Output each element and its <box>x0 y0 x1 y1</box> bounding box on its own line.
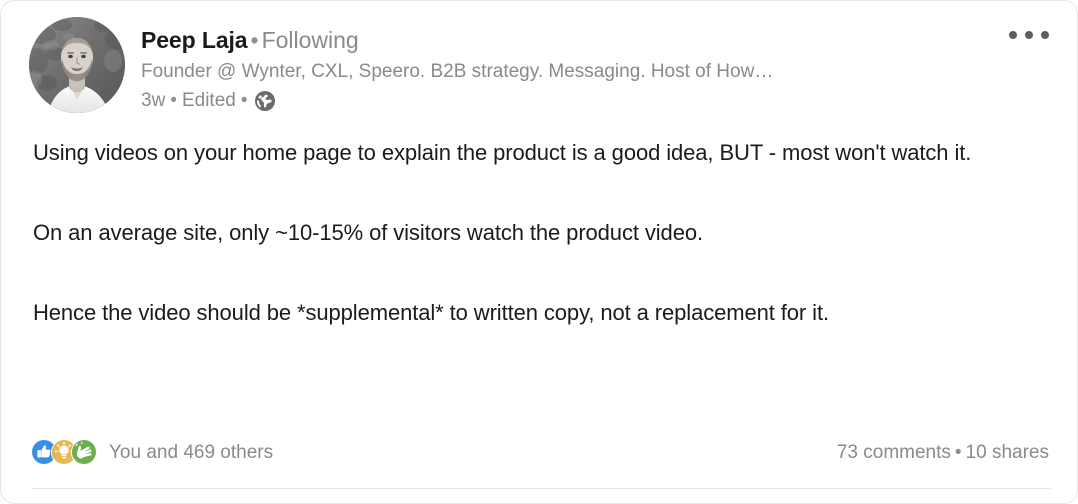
post-timestamp: 3w <box>141 90 166 111</box>
reaction-count-label: You and 469 others <box>109 441 274 463</box>
post-body-text: Using videos on your home page to explai… <box>33 140 972 325</box>
engagement-separator-dot: • <box>954 441 962 463</box>
author-identity: Peep Laja • Following Founder @ Wynter, CX… <box>141 17 1077 113</box>
post-social-proof-row: You and 469 others 73 comments • 10 shares <box>31 439 1049 466</box>
author-name[interactable]: Peep Laja <box>141 27 248 53</box>
post-overflow-menu-button[interactable] <box>1003 25 1055 45</box>
meta-separator-dot-2: • <box>240 90 248 111</box>
author-name-row: Peep Laja • Following <box>141 26 1077 55</box>
avatar[interactable] <box>29 17 125 113</box>
author-headline: Founder @ Wynter, CXL, Speero. B2B strat… <box>141 61 774 82</box>
post-edited-label: Edited <box>181 90 236 111</box>
engagement-stats: 73 comments • 10 shares <box>837 442 1049 464</box>
social-divider <box>31 488 1051 489</box>
post-header: Peep Laja • Following Founder @ Wynter, CX… <box>1 1 1077 113</box>
meta-separator-dot-1: • <box>170 90 177 111</box>
reactions-summary[interactable]: You and 469 others <box>31 439 273 466</box>
overflow-dot-2 <box>1025 31 1033 39</box>
follow-state-label[interactable]: Following <box>262 27 359 53</box>
globe-icon <box>254 90 276 112</box>
post-meta-row: 3w • Edited • <box>141 89 1077 113</box>
overflow-dot-3 <box>1041 31 1049 39</box>
overflow-dot-1 <box>1009 31 1017 39</box>
name-separator-dot: • <box>250 27 259 53</box>
shares-count[interactable]: 10 shares <box>966 442 1049 463</box>
comments-count[interactable]: 73 comments <box>837 442 951 463</box>
reaction-icon-stack <box>31 439 98 466</box>
linkedin-post-card: Peep Laja • Following Founder @ Wynter, CX… <box>0 0 1078 504</box>
celebrate-reaction-icon <box>71 439 98 466</box>
